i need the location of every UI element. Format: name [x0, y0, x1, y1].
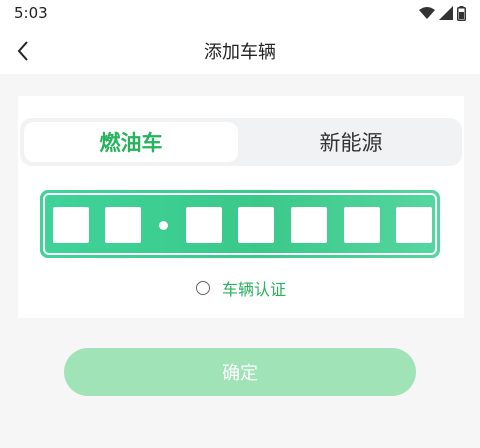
- tab-fuel-vehicle[interactable]: 燃油车: [24, 122, 238, 162]
- license-plate-inner: [43, 193, 437, 255]
- wifi-icon: [419, 7, 435, 19]
- plate-slot-1[interactable]: [53, 207, 89, 243]
- certification-option[interactable]: 车辆认证: [18, 276, 464, 300]
- certification-label: 车辆认证: [221, 280, 286, 299]
- license-plate-input: [40, 190, 440, 258]
- plate-slot-5[interactable]: [291, 207, 327, 243]
- confirm-button[interactable]: 确定: [64, 348, 416, 396]
- plate-slot-6[interactable]: [344, 207, 380, 243]
- vehicle-card: 燃油车 新能源 车辆认证: [18, 96, 464, 318]
- status-time: 5:03: [14, 4, 48, 22]
- battery-icon: [457, 5, 466, 21]
- tab-new-energy[interactable]: 新能源: [244, 122, 458, 162]
- vehicle-type-tabs: 燃油车 新能源: [20, 118, 462, 166]
- status-icons: [419, 5, 466, 21]
- plate-slot-7[interactable]: [396, 207, 432, 243]
- header: 添加车辆: [0, 26, 480, 74]
- plate-slot-2[interactable]: [105, 207, 141, 243]
- plate-separator-dot: [159, 221, 168, 230]
- plate-slot-3[interactable]: [186, 207, 222, 243]
- status-bar: 5:03: [0, 0, 480, 26]
- plate-slot-4[interactable]: [238, 207, 274, 243]
- certification-radio[interactable]: [195, 281, 210, 295]
- page-title: 添加车辆: [204, 42, 276, 63]
- signal-icon: [439, 6, 453, 20]
